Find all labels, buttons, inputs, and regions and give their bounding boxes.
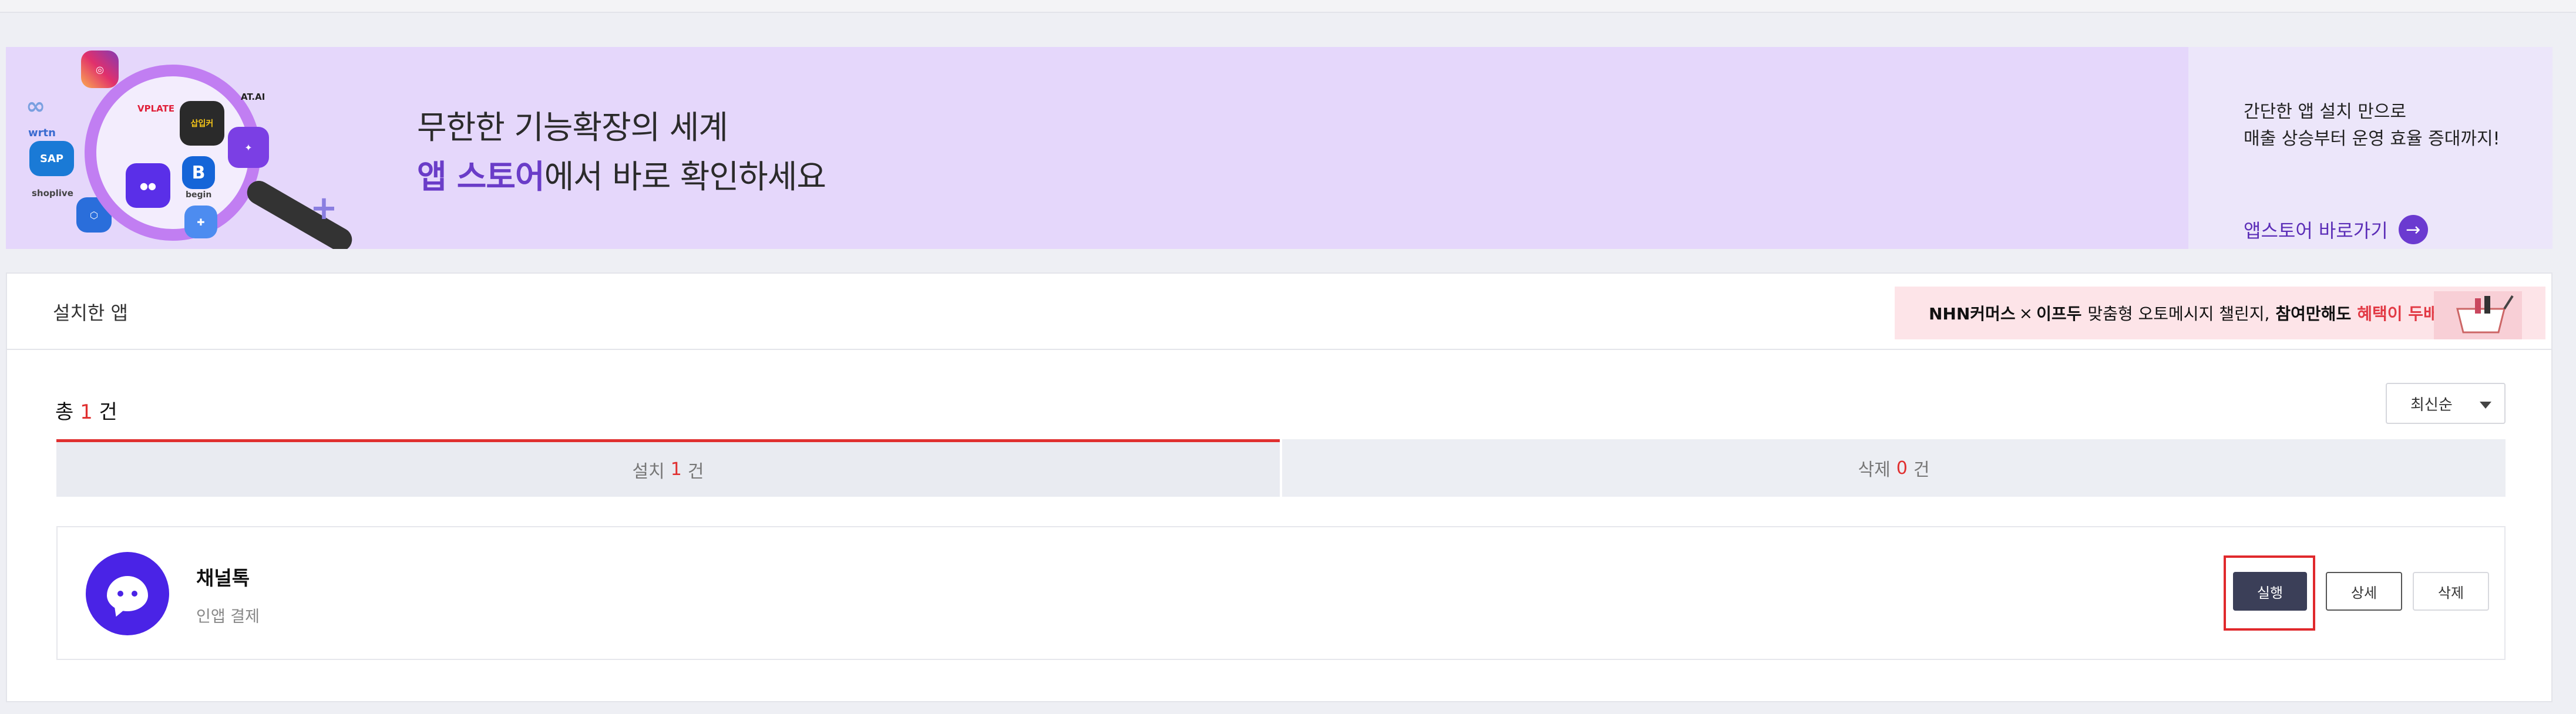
sap-logo: SAP (29, 141, 74, 176)
grid-app-icon: ✚ (184, 206, 217, 238)
shopping-cart-icon (2434, 291, 2522, 339)
tab-installed[interactable]: 설치 1 건 (56, 439, 1280, 497)
top-bar (0, 0, 2576, 13)
promo-banner[interactable]: NHN커머스 × 이프두 맞춤형 오토메시지 챌린지, 참여만해도 혜택이 두배… (1895, 287, 2545, 339)
delete-button[interactable]: 삭제 (2413, 572, 2489, 611)
promo-highlight: 혜택이 두배! (2357, 304, 2446, 324)
begin-label: begin (186, 190, 212, 200)
purple-app-icon: ✦ (228, 127, 269, 168)
installed-apps-panel: 설치한 앱 NHN커머스 × 이프두 맞춤형 오토메시지 챌린지, 참여만해도 … (6, 272, 2553, 702)
tab-deleted-suffix: 건 (1913, 460, 1930, 480)
instagram-icon: ◎ (81, 50, 119, 88)
promo-middle: 맞춤형 오토메시지 챌린지, (2087, 304, 2270, 324)
tab-deleted-label: 삭제 (1858, 460, 1891, 480)
headline-line-1: 무한한 기능확장의 세계 (417, 109, 728, 146)
caret-down-icon (2480, 402, 2491, 409)
app-store-link[interactable]: 앱스토어 바로가기 → (2244, 215, 2428, 244)
app-collage-illustration: ◎ ∞ wrtn SAP shoplive ⬡ VPLATE 삽입커 ●● B … (6, 47, 358, 249)
begin-icon: B (182, 156, 215, 189)
ai-label: AT.AI (241, 92, 265, 102)
total-prefix: 총 (55, 400, 74, 424)
infinity-icon: ∞ (26, 93, 46, 120)
banner-headline: 무한한 기능확장의 세계 앱 스토어에서 바로 확인하세요 (417, 103, 826, 201)
promo-brand: NHN커머스 (1929, 304, 2016, 324)
chat-bubble-icon (107, 576, 148, 611)
install-tabs: 설치 1 건 삭제 0 건 (56, 439, 2506, 497)
tab-installed-suffix: 건 (687, 461, 704, 482)
panel-header: 설치한 앱 NHN커머스 × 이프두 맞춤형 오토메시지 챌린지, 참여만해도 … (7, 274, 2551, 350)
channel-talk-icon: ●● (126, 163, 170, 208)
shoplive-label: shoplive (32, 188, 73, 198)
plus-decor-icon: + (310, 189, 338, 227)
promo-cross: × (2019, 303, 2033, 323)
magnifier-handle (243, 176, 357, 249)
side-text-line-2: 매출 상승부터 운영 효율 증대까지! (2244, 129, 2500, 149)
app-store-link-label: 앱스토어 바로가기 (2244, 220, 2388, 242)
side-text-line-1: 간단한 앱 설치 만으로 (2244, 102, 2407, 122)
total-number: 1 (80, 400, 93, 424)
sort-select[interactable]: 최신순 (2386, 383, 2506, 424)
headline-line-2: 앱 스토어에서 바로 확인하세요 (417, 152, 826, 201)
app-category: 인앱 결제 (196, 608, 260, 626)
promo-bold: 참여만해도 (2275, 304, 2352, 324)
app-icon-dark: 삽입커 (180, 101, 224, 146)
channel-talk-logo-icon (86, 552, 169, 635)
tab-installed-label: 설치 (632, 461, 665, 482)
total-suffix: 건 (99, 400, 117, 424)
promo-partner: 이프두 (2036, 304, 2082, 324)
app-list-item: 채널톡 인앱 결제 실행 상세 삭제 (56, 526, 2506, 660)
run-button[interactable]: 실행 (2233, 572, 2307, 611)
headline-accent: 앱 스토어 (417, 158, 545, 196)
wrtn-label: wrtn (28, 127, 56, 139)
app-store-banner[interactable]: ◎ ∞ wrtn SAP shoplive ⬡ VPLATE 삽입커 ●● B … (6, 47, 2553, 249)
app-name: 채널톡 (196, 567, 250, 590)
total-count: 총 1 건 (55, 396, 117, 425)
vplate-label: VPLATE (137, 103, 175, 114)
arrow-right-icon: → (2398, 215, 2428, 244)
sort-value: 최신순 (2410, 396, 2453, 414)
tab-deleted-count: 0 (1896, 457, 1908, 479)
tab-deleted[interactable]: 삭제 0 건 (1282, 439, 2506, 497)
headline-line-2-rest: 에서 바로 확인하세요 (544, 158, 826, 196)
tab-installed-count: 1 (670, 459, 682, 480)
detail-button[interactable]: 상세 (2326, 572, 2402, 611)
banner-side-text: 간단한 앱 설치 만으로 매출 상승부터 운영 효율 증대까지! (2244, 99, 2500, 153)
panel-title: 설치한 앱 (53, 302, 128, 324)
